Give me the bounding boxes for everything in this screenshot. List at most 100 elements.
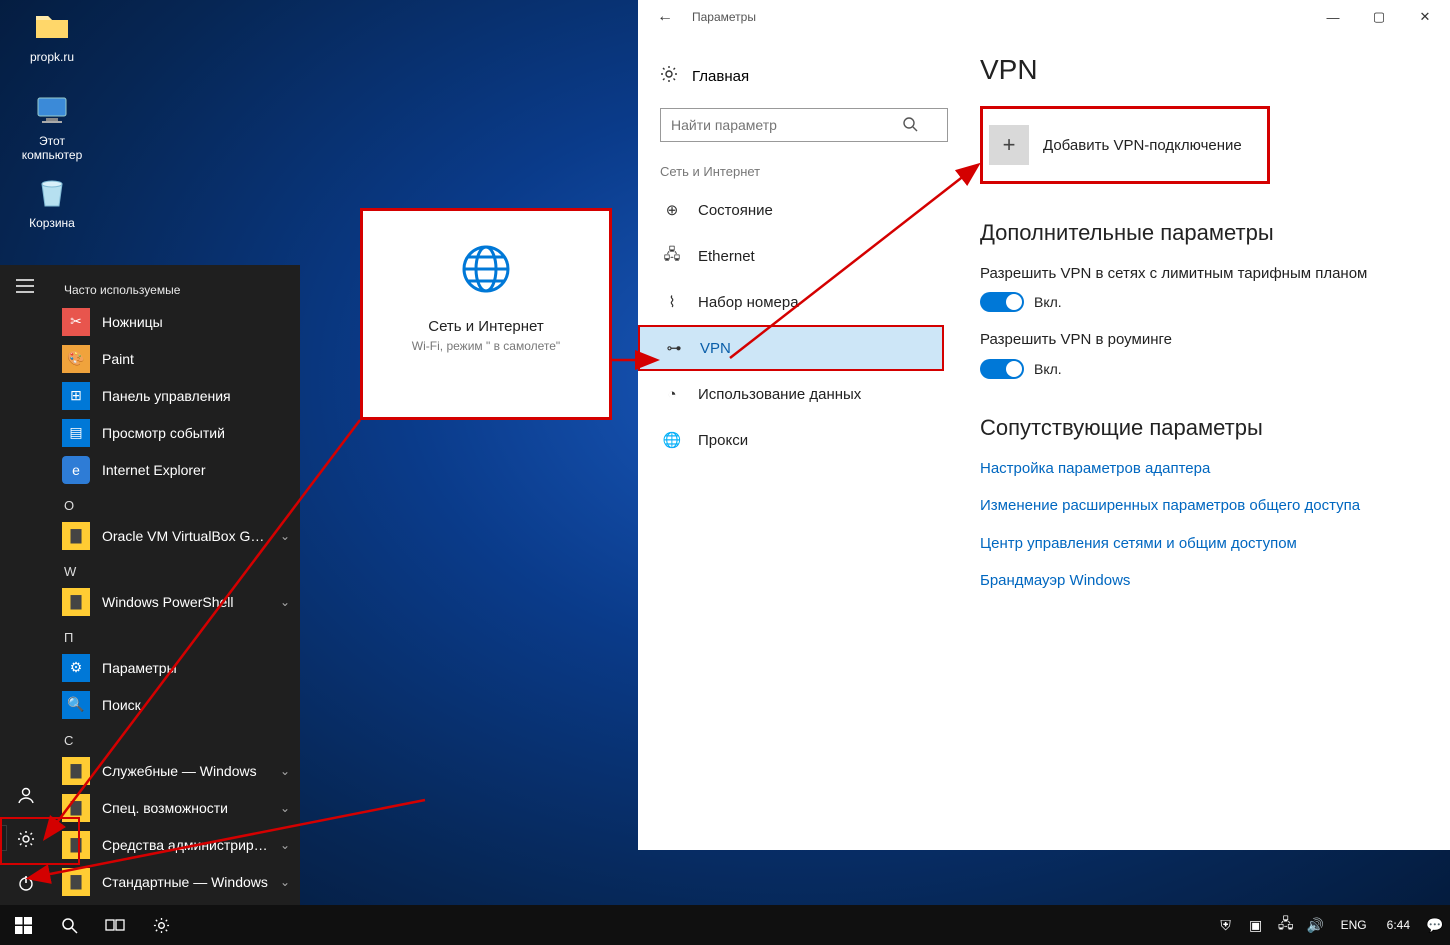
rail-settings-button[interactable]: Параметры: [0, 817, 52, 861]
datausage-icon: ◔: [662, 386, 682, 403]
sidebar-category: Сеть и Интернет: [660, 164, 970, 179]
desktop-icon-label: Корзина: [12, 216, 92, 230]
start-letter-s[interactable]: С: [52, 723, 300, 752]
start-letter-p[interactable]: П: [52, 620, 300, 649]
start-button[interactable]: [0, 905, 46, 945]
search-icon: 🔍: [62, 691, 90, 719]
tray-language[interactable]: ENG: [1335, 918, 1373, 932]
close-button[interactable]: ✕: [1402, 0, 1448, 34]
tray-clock[interactable]: 6:44: [1381, 918, 1416, 932]
taskbar-search-button[interactable]: [46, 905, 92, 945]
folder-icon: ▇: [62, 868, 90, 896]
settings-content: VPN + Добавить VPN-подключение Дополните…: [970, 54, 1450, 591]
option-metered-label: Разрешить VPN в сетях с лимитным тарифны…: [980, 264, 1420, 284]
toggle-metered[interactable]: [980, 292, 1024, 312]
start-heading: Часто используемые: [52, 273, 300, 303]
chevron-down-icon: ⌄: [280, 875, 290, 889]
maximize-button[interactable]: ▢: [1356, 0, 1402, 34]
minimize-button[interactable]: —: [1310, 0, 1356, 34]
page-title: VPN: [980, 54, 1420, 86]
nav-dialup[interactable]: ⌇ Набор номера: [660, 279, 970, 325]
rail-user-button[interactable]: [0, 773, 52, 817]
start-item-paint[interactable]: 🎨 Paint: [52, 340, 300, 377]
start-item-controlpanel[interactable]: ⊞ Панель управления: [52, 377, 300, 414]
desktop-icon-propk[interactable]: propk.ru: [12, 6, 92, 64]
start-letter-w[interactable]: W: [52, 554, 300, 583]
start-rail: Параметры: [0, 265, 52, 905]
start-item-standard[interactable]: ▇ Стандартные — Windows ⌄: [52, 863, 300, 900]
folder-icon: ▇: [62, 794, 90, 822]
chevron-down-icon: ⌄: [280, 595, 290, 609]
tray-network-icon[interactable]: 🖧: [1275, 905, 1297, 945]
back-button[interactable]: ←: [652, 8, 678, 26]
settings-search: [660, 108, 970, 142]
start-item-accessibility[interactable]: ▇ Спец. возможности ⌄: [52, 789, 300, 826]
start-letter-o[interactable]: O: [52, 488, 300, 517]
link-sharing[interactable]: Изменение расширенных параметров общего …: [980, 496, 1420, 516]
tray-actioncenter-icon[interactable]: 💬: [1424, 905, 1446, 945]
start-item-admintools[interactable]: ▇ Средства администрировани... ⌄: [52, 826, 300, 863]
palette-icon: 🎨: [62, 345, 90, 373]
nav-status[interactable]: ⊕ Состояние: [660, 187, 970, 233]
start-item-search[interactable]: 🔍 Поиск: [52, 686, 300, 723]
nav-datausage[interactable]: ◔ Использование данных: [660, 371, 970, 417]
start-item-powershell[interactable]: ▇ Windows PowerShell ⌄: [52, 583, 300, 620]
link-networkcenter[interactable]: Центр управления сетями и общим доступом: [980, 534, 1420, 554]
desktop-icon-recyclebin[interactable]: Корзина: [12, 172, 92, 230]
start-app-list[interactable]: Часто используемые ✂ Ножницы 🎨 Paint ⊞ П…: [52, 265, 300, 905]
toggle-roaming[interactable]: [980, 359, 1024, 379]
add-vpn-label: Добавить VPN-подключение: [1043, 137, 1242, 154]
related-heading: Сопутствующие параметры: [980, 415, 1420, 441]
folder-icon: [32, 6, 72, 46]
desktop-icon-label: propk.ru: [12, 50, 92, 64]
proxy-icon: 🌐: [662, 431, 682, 449]
start-item-oracle[interactable]: ▇ Oracle VM VirtualBox Guest A... ⌄: [52, 517, 300, 554]
scissors-icon: ✂: [62, 308, 90, 336]
sidebar-home-label: Главная: [692, 68, 749, 85]
annotation-redbox-addvpn: + Добавить VPN-подключение: [980, 106, 1270, 184]
settings-sidebar: Главная Сеть и Интернет ⊕ Состояние 🖧 Et…: [638, 54, 970, 591]
link-firewall[interactable]: Брандмауэр Windows: [980, 571, 1420, 591]
nav-ethernet[interactable]: 🖧 Ethernet: [660, 233, 970, 279]
rail-power-button[interactable]: [0, 861, 52, 905]
start-item-settings[interactable]: ⚙ Параметры: [52, 649, 300, 686]
titlebar: ← Параметры — ▢ ✕: [638, 0, 1450, 34]
desktop-icon-thispc[interactable]: Этот компьютер: [12, 90, 92, 162]
sidebar-home[interactable]: Главная: [660, 54, 970, 98]
tray-volume-icon[interactable]: 🔊: [1305, 905, 1327, 945]
ie-icon: e: [62, 456, 90, 484]
tray-defender-icon[interactable]: ⛨: [1215, 905, 1237, 945]
start-item-services[interactable]: ▇ Служебные — Windows ⌄: [52, 752, 300, 789]
link-adapter[interactable]: Настройка параметров адаптера: [980, 459, 1420, 479]
settings-window: ← Параметры — ▢ ✕ Главная Сеть и Интерне…: [638, 0, 1450, 850]
start-menu: Параметры Часто используемые ✂ Ножницы 🎨…: [0, 265, 300, 905]
chevron-down-icon: ⌄: [280, 529, 290, 543]
folder-icon: ▇: [62, 757, 90, 785]
window-title: Параметры: [692, 10, 1310, 24]
add-vpn-button[interactable]: + Добавить VPN-подключение: [989, 125, 1257, 165]
rail-expand-button[interactable]: [0, 265, 52, 312]
toggle-metered-state: Вкл.: [1034, 294, 1062, 310]
callout-subtitle: Wi-Fi, режим " в самолете": [363, 339, 609, 355]
ethernet-icon: 🖧: [662, 244, 682, 269]
nav-vpn[interactable]: ⊶ VPN: [638, 325, 944, 371]
gear-icon: ⚙: [62, 654, 90, 682]
eventviewer-icon: ▤: [62, 419, 90, 447]
option-roaming-label: Разрешить VPN в роуминге: [980, 330, 1420, 350]
advanced-heading: Дополнительные параметры: [980, 220, 1420, 246]
toggle-roaming-state: Вкл.: [1034, 361, 1062, 377]
nav-proxy[interactable]: 🌐 Прокси: [660, 417, 970, 463]
taskbar-settings-button[interactable]: [138, 905, 184, 945]
start-item-snipping[interactable]: ✂ Ножницы: [52, 303, 300, 340]
globe-icon: [458, 241, 514, 297]
tray-vbox-icon[interactable]: ▣: [1245, 905, 1267, 945]
taskbar: ⛨ ▣ 🖧 🔊 ENG 6:44 💬: [0, 905, 1450, 945]
start-item-ie[interactable]: e Internet Explorer: [52, 451, 300, 488]
taskview-button[interactable]: [92, 905, 138, 945]
chevron-down-icon: ⌄: [280, 764, 290, 778]
start-item-eventviewer[interactable]: ▤ Просмотр событий: [52, 414, 300, 451]
recycle-bin-icon: [32, 172, 72, 212]
callout-network-tile[interactable]: Сеть и Интернет Wi-Fi, режим " в самолет…: [360, 208, 612, 420]
dialup-icon: ⌇: [662, 293, 682, 311]
gear-icon: [660, 65, 678, 87]
